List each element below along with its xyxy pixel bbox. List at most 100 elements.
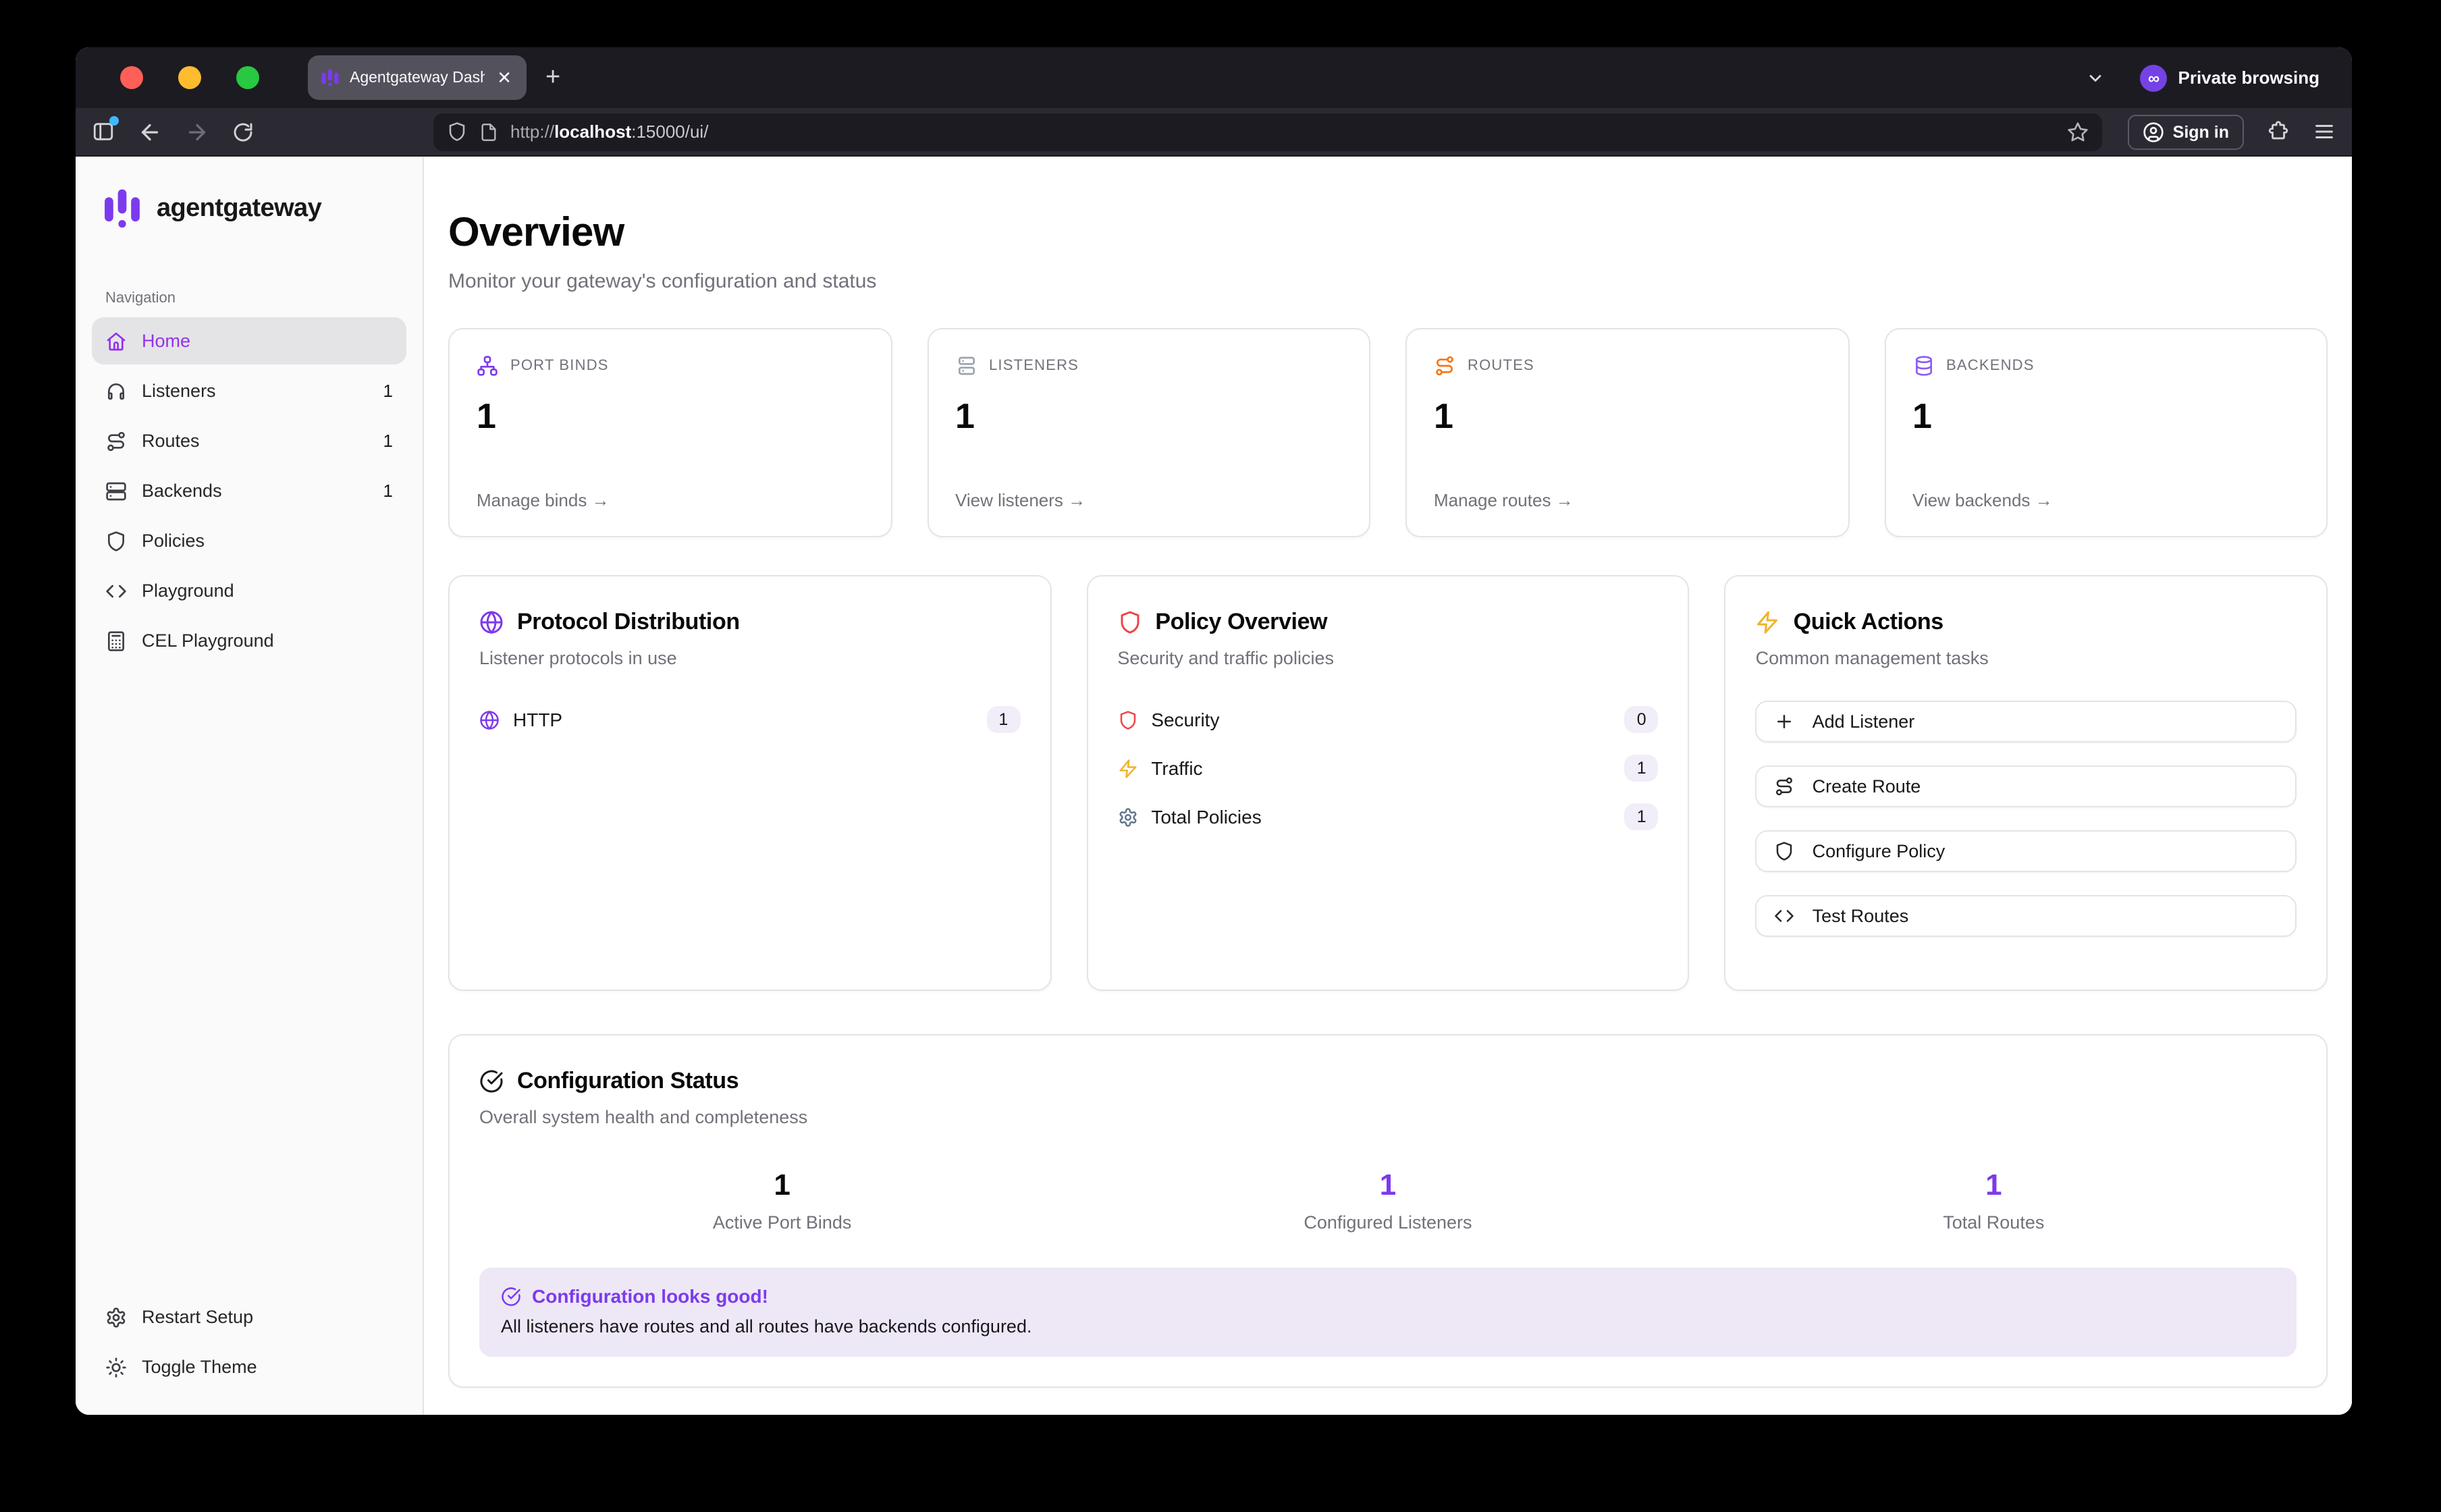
create-route-button[interactable]: Create Route (1756, 765, 2297, 807)
route-icon (1775, 776, 1795, 796)
url-scheme: http:// (510, 122, 554, 142)
sidebar-item-policies[interactable]: Policies (92, 517, 406, 564)
sidebar-item-home[interactable]: Home (92, 317, 406, 364)
url-host: localhost (554, 122, 631, 142)
policy-row-total: Total Policies 1 (1117, 803, 1658, 830)
server-icon (955, 355, 977, 377)
private-browsing-badge: ∞ Private browsing (2141, 64, 2320, 91)
restart-setup-button[interactable]: Restart Setup (92, 1293, 406, 1341)
browser-toolbar: http://localhost:15000/ui/ Sign in (76, 108, 2352, 157)
sign-in-button[interactable]: Sign in (2128, 114, 2244, 149)
sidebar-count: 1 (383, 481, 393, 501)
policy-row-security: Security 0 (1117, 706, 1658, 733)
manage-binds-link[interactable]: Manage binds → (477, 490, 863, 510)
tab-close-icon[interactable]: ✕ (494, 66, 514, 89)
url-text[interactable]: http://localhost:15000/ui/ (510, 122, 2056, 142)
url-path: :15000/ui/ (631, 122, 708, 142)
sidebar: agentgateway Navigation Home Listeners 1 (76, 157, 424, 1415)
configure-policy-button[interactable]: Configure Policy (1756, 830, 2297, 872)
card-title: Protocol Distribution (517, 609, 740, 636)
bookmark-star-icon[interactable] (2068, 121, 2089, 142)
stat-value: 1 (477, 396, 863, 437)
stat-card-routes: ROUTES 1 Manage routes → (1405, 328, 1849, 537)
banner-message: All listeners have routes and all routes… (501, 1316, 2275, 1336)
nav-section-label: Navigation (92, 290, 406, 306)
count-badge: 1 (1625, 803, 1659, 830)
server-icon (105, 480, 127, 502)
page-info-icon[interactable] (479, 122, 498, 141)
test-routes-button[interactable]: Test Routes (1756, 895, 2297, 937)
shield-icon (105, 530, 127, 551)
firefox-view-icon[interactable] (92, 120, 115, 143)
metric-label: Active Port Binds (479, 1212, 1085, 1233)
minimize-window-button[interactable] (178, 66, 201, 89)
close-window-button[interactable] (120, 66, 143, 89)
card-subtitle: Common management tasks (1756, 648, 2297, 668)
menu-hamburger-icon[interactable] (2313, 120, 2336, 143)
stat-card-port-binds: PORT BINDS 1 Manage binds → (448, 328, 892, 537)
private-browsing-label: Private browsing (2178, 68, 2320, 88)
action-label: Test Routes (1813, 906, 1909, 926)
protocol-row-http: HTTP 1 (479, 706, 1020, 733)
browser-tab[interactable]: Agentgateway Dashboard ✕ (308, 55, 527, 100)
manage-routes-link[interactable]: Manage routes → (1434, 490, 1821, 510)
network-icon (477, 355, 498, 377)
reload-button[interactable] (232, 121, 254, 142)
database-icon (1912, 355, 1934, 377)
sidebar-item-cel-playground[interactable]: CEL Playground (92, 617, 406, 664)
shield-permissions-icon[interactable] (447, 122, 467, 142)
brand[interactable]: agentgateway (92, 186, 406, 231)
plus-icon (1775, 711, 1795, 732)
count-badge: 1 (1625, 755, 1659, 782)
action-label: Configure Policy (1813, 841, 1946, 861)
main-content: Overview Monitor your gateway's configur… (424, 157, 2352, 1415)
tab-title: Agentgateway Dashboard (350, 70, 485, 86)
new-tab-button[interactable]: + (545, 63, 560, 92)
extensions-puzzle-icon[interactable] (2267, 120, 2290, 143)
page-title: Overview (448, 211, 2328, 256)
browser-window: Agentgateway Dashboard ✕ + ∞ Private bro… (76, 47, 2352, 1415)
restart-setup-label: Restart Setup (142, 1307, 253, 1327)
tab-list-chevron-icon[interactable] (2087, 68, 2105, 87)
banner-title: Configuration looks good! (532, 1285, 768, 1307)
headphones-icon (105, 380, 127, 402)
zoom-window-button[interactable] (236, 66, 259, 89)
sidebar-item-label: Playground (142, 580, 234, 601)
toggle-theme-label: Toggle Theme (142, 1357, 257, 1377)
code-icon (105, 580, 127, 601)
view-backends-link[interactable]: View backends → (1912, 490, 2299, 510)
sidebar-count: 1 (383, 381, 393, 401)
metric-total-routes: 1 Total Routes (1691, 1168, 2297, 1233)
toggle-theme-button[interactable]: Toggle Theme (92, 1343, 406, 1390)
private-browsing-mask-icon: ∞ (2141, 64, 2168, 91)
sidebar-item-listeners[interactable]: Listeners 1 (92, 367, 406, 414)
address-bar[interactable]: http://localhost:15000/ui/ (433, 113, 2103, 151)
metric-label: Total Routes (1691, 1212, 2297, 1233)
lightning-icon (1756, 610, 1780, 634)
route-icon (1434, 355, 1455, 377)
code-icon (1775, 906, 1795, 926)
sidebar-item-label: CEL Playground (142, 630, 274, 651)
action-label: Add Listener (1813, 711, 1915, 732)
stat-value: 1 (1434, 396, 1821, 437)
gear-icon (105, 1306, 127, 1328)
sign-in-label: Sign in (2173, 122, 2229, 141)
sidebar-item-routes[interactable]: Routes 1 (92, 417, 406, 464)
quick-actions-card: Quick Actions Common management tasks Ad… (1725, 575, 2328, 991)
back-button[interactable] (138, 119, 162, 144)
protocol-label: HTTP (513, 709, 562, 730)
sidebar-item-playground[interactable]: Playground (92, 567, 406, 614)
globe-icon (479, 709, 500, 730)
stat-card-backends: BACKENDS 1 View backends → (1884, 328, 2328, 537)
add-listener-button[interactable]: Add Listener (1756, 701, 2297, 742)
window-controls (120, 66, 259, 89)
stat-label: LISTENERS (989, 358, 1079, 374)
forward-button[interactable] (185, 119, 209, 144)
sidebar-item-backends[interactable]: Backends 1 (92, 467, 406, 514)
stat-label: PORT BINDS (510, 358, 609, 374)
tab-favicon-icon (320, 68, 340, 88)
configuration-status-card: Configuration Status Overall system heal… (448, 1034, 2328, 1388)
stat-label: ROUTES (1468, 358, 1534, 374)
metric-active-port-binds: 1 Active Port Binds (479, 1168, 1085, 1233)
view-listeners-link[interactable]: View listeners → (955, 490, 1342, 510)
